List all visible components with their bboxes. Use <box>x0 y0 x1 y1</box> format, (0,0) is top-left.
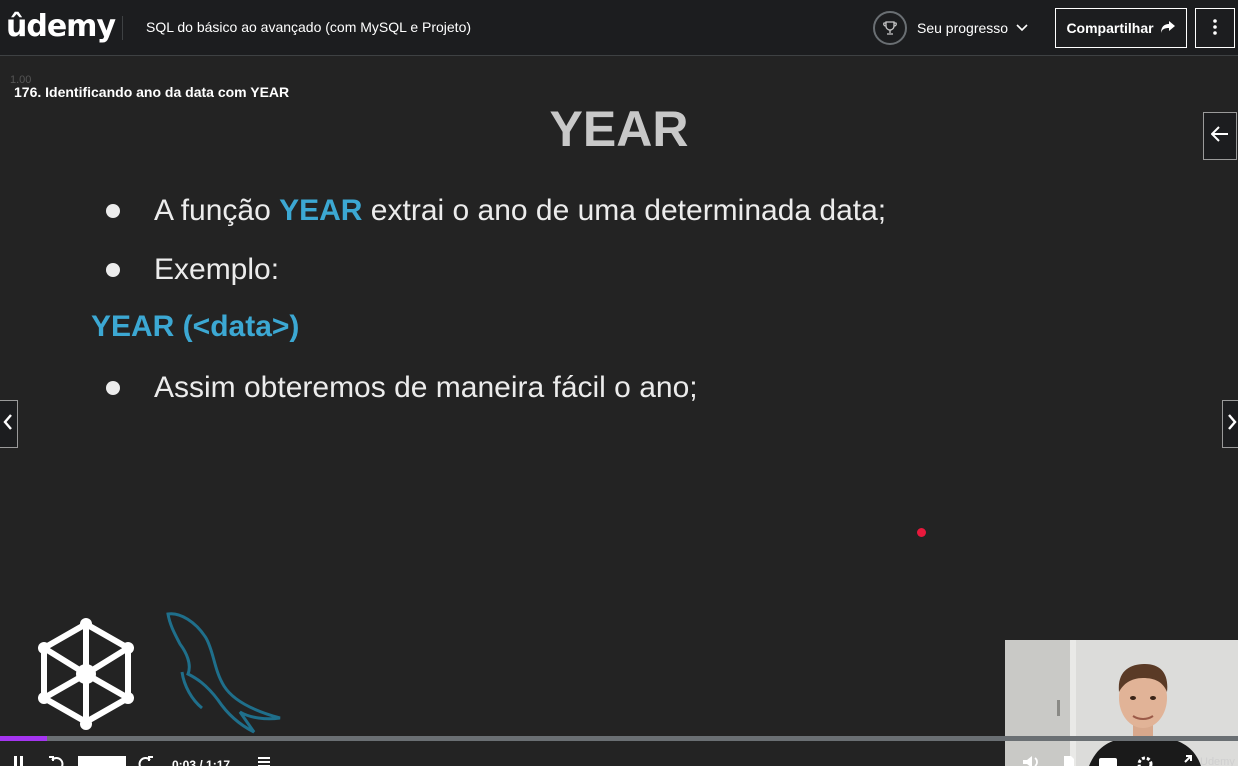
arrow-left-icon <box>1210 125 1229 147</box>
header-divider <box>122 16 123 40</box>
progress-dropdown[interactable]: Seu progresso <box>873 10 1028 46</box>
slide-title: YEAR <box>549 101 689 157</box>
player-controls: 0:03 / 1:17 Udemy <box>0 754 1238 766</box>
settings-gear-icon[interactable] <box>1136 754 1154 766</box>
captions-icon[interactable] <box>1098 754 1118 766</box>
trophy-icon <box>873 11 907 45</box>
fullscreen-icon[interactable] <box>1178 754 1192 766</box>
time-display: 0:03 / 1:17 <box>172 758 231 766</box>
rewind-icon[interactable] <box>48 754 64 766</box>
network-cube-logo <box>32 616 140 739</box>
slide-bullet-1: A função YEAR extrai o ano de uma determ… <box>106 194 886 228</box>
more-options-button[interactable] <box>1195 8 1235 48</box>
progress-label: Seu progresso <box>917 20 1009 36</box>
seek-bar-played <box>0 736 48 741</box>
bullet-text: Assim obteremos de maneira fácil o ano; <box>154 371 698 404</box>
seek-bar[interactable] <box>0 736 1238 741</box>
share-arrow-icon <box>1160 20 1176 37</box>
slide-code-example: YEAR (<data>) <box>91 310 300 343</box>
bullet-dot <box>106 204 120 218</box>
bullet-text: Exemplo: <box>154 253 280 286</box>
notes-icon[interactable] <box>1062 754 1076 766</box>
bullet-dot <box>106 263 120 277</box>
bullet-dot <box>106 381 120 395</box>
top-bar: ûdemy SQL do básico ao avançado (com MyS… <box>0 0 1238 56</box>
webcam-overlay <box>1005 640 1238 766</box>
bullet-text: A função YEAR extrai o ano de uma determ… <box>154 194 887 227</box>
udemy-watermark: Udemy <box>1200 756 1235 766</box>
lecture-title: 176. Identificando ano da data com YEAR <box>14 84 290 100</box>
share-button[interactable]: Compartilhar <box>1055 8 1187 48</box>
transcript-icon[interactable] <box>257 754 271 766</box>
video-player[interactable]: 1.00 176. Identificando ano da data com … <box>0 56 1238 766</box>
forward-icon[interactable] <box>138 754 154 766</box>
mysql-dolphin-logo <box>162 608 292 743</box>
kebab-menu-icon <box>1213 18 1217 38</box>
playback-speed-button[interactable] <box>78 756 126 766</box>
logo-text: ûdemy <box>6 8 116 44</box>
slide-bullet-3: Assim obteremos de maneira fácil o ano; <box>106 371 698 405</box>
previous-lecture-button[interactable] <box>0 400 18 448</box>
volume-icon[interactable] <box>1022 754 1040 766</box>
slide-bullet-2: Exemplo: <box>106 253 279 287</box>
pause-icon[interactable] <box>12 754 26 766</box>
course-title[interactable]: SQL do básico ao avançado (com MySQL e P… <box>146 19 471 35</box>
pointer-dot <box>917 528 926 537</box>
udemy-logo[interactable]: ûdemy <box>6 6 116 46</box>
chevron-down-icon <box>1016 19 1028 37</box>
chevron-left-icon <box>3 413 13 435</box>
sidebar-toggle-button[interactable] <box>1203 112 1237 160</box>
chevron-right-icon <box>1227 413 1237 435</box>
next-lecture-button[interactable] <box>1222 400 1238 448</box>
share-label: Compartilhar <box>1066 20 1154 36</box>
